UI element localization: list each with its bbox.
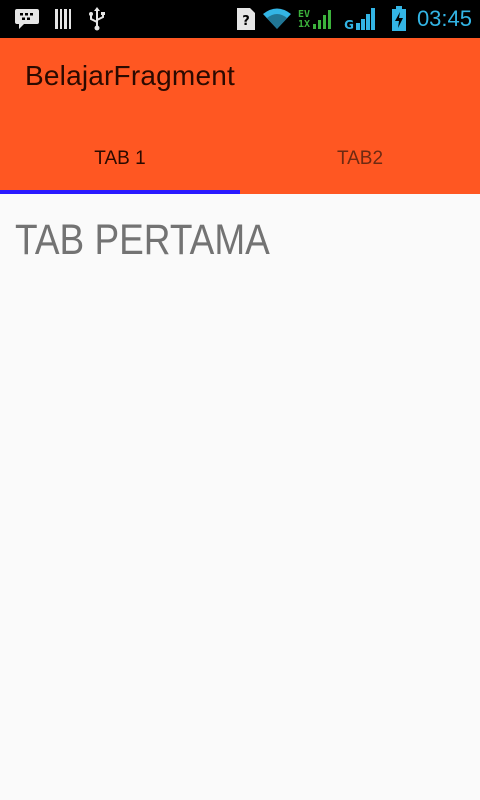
cell-signal-icon: G xyxy=(344,7,377,31)
app-title: BelajarFragment xyxy=(25,60,235,91)
status-notifications xyxy=(0,7,106,31)
barcode-icon xyxy=(55,9,71,29)
ev-1x-signal-icon: EV 1X xyxy=(298,8,332,30)
sim-unknown-icon: ? xyxy=(237,8,256,30)
app-bar: BelajarFragment TAB 1 TAB2 xyxy=(0,38,480,194)
signal-label: G xyxy=(344,18,354,32)
content-heading: TAB PERTAMA xyxy=(15,216,270,264)
tab-bar: TAB 1 TAB2 xyxy=(0,124,480,194)
status-bar: ? EV 1X G 03:45 xyxy=(0,0,480,38)
usb-icon xyxy=(89,7,105,31)
status-clock: 03:45 xyxy=(416,6,472,31)
tab-1[interactable]: TAB 1 xyxy=(0,124,240,194)
wifi-icon xyxy=(263,8,292,29)
svg-text:?: ? xyxy=(242,14,250,29)
tab-2-label: TAB2 xyxy=(336,148,384,169)
status-system-icons: ? EV 1X G 03:45 xyxy=(236,6,480,32)
tab-1-label: TAB 1 xyxy=(94,148,146,169)
battery-charging-icon xyxy=(391,6,406,31)
bbm-chat-icon xyxy=(15,9,39,29)
tab-2[interactable]: TAB2 xyxy=(240,124,480,194)
fragment-content: TAB PERTAMA xyxy=(0,194,480,800)
network-label-bottom: 1X xyxy=(298,19,311,30)
